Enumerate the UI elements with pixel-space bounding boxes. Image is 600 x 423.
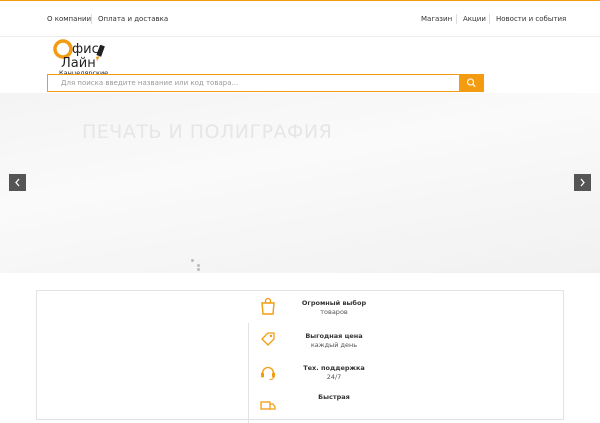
nav-separator xyxy=(456,14,457,24)
chevron-left-icon xyxy=(15,178,20,187)
search-icon xyxy=(466,78,476,87)
slider-dot-2[interactable] xyxy=(197,264,200,267)
feature-subtitle: 24/7 xyxy=(326,373,342,381)
feature-title: Выгодная цена xyxy=(305,332,363,340)
nav-link-news[interactable]: Новости и события xyxy=(496,1,566,37)
search-button[interactable] xyxy=(459,74,484,92)
site-logo[interactable]: фис Лайн Канцелярские xyxy=(53,39,133,77)
feature-item: Быстрая xyxy=(249,393,419,402)
slider-next-button[interactable] xyxy=(574,174,591,191)
feature-item: Огромный выбор товаров xyxy=(249,299,419,317)
feature-title: Тех. поддержка xyxy=(303,364,365,372)
nav-link-payment-delivery[interactable]: Оплата и доставка xyxy=(98,1,168,37)
nav-link-promotions[interactable]: Акции xyxy=(463,1,486,37)
slider-dot-3[interactable] xyxy=(197,268,200,271)
search-input[interactable] xyxy=(48,75,458,91)
feature-subtitle: товаров xyxy=(320,308,348,316)
feature-title: Огромный выбор xyxy=(301,299,367,307)
nav-link-shop[interactable]: Магазин xyxy=(421,1,452,37)
top-navigation: О компании Оплата и доставка Магазин Акц… xyxy=(0,1,600,37)
pencil-icon xyxy=(96,45,105,61)
nav-separator xyxy=(489,14,490,24)
nav-link-about[interactable]: О компании xyxy=(47,1,91,37)
features-panel: Огромный выбор товаров Выгодная цена каж… xyxy=(36,290,564,423)
hero-slider: ПЕЧАТЬ И ПОЛИГРАФИЯ xyxy=(0,93,600,273)
chevron-right-icon xyxy=(580,178,585,187)
search-bar xyxy=(47,74,484,92)
feature-item: Выгодная цена каждый день xyxy=(249,332,419,350)
slider-dot-1[interactable] xyxy=(191,259,194,262)
feature-item: Тех. поддержка 24/7 xyxy=(249,364,419,382)
feature-title: Быстрая xyxy=(318,393,350,401)
nav-separator xyxy=(91,14,92,24)
feature-subtitle: каждый день xyxy=(310,341,358,349)
hero-title: ПЕЧАТЬ И ПОЛИГРАФИЯ xyxy=(82,121,333,143)
slider-prev-button[interactable] xyxy=(9,174,26,191)
